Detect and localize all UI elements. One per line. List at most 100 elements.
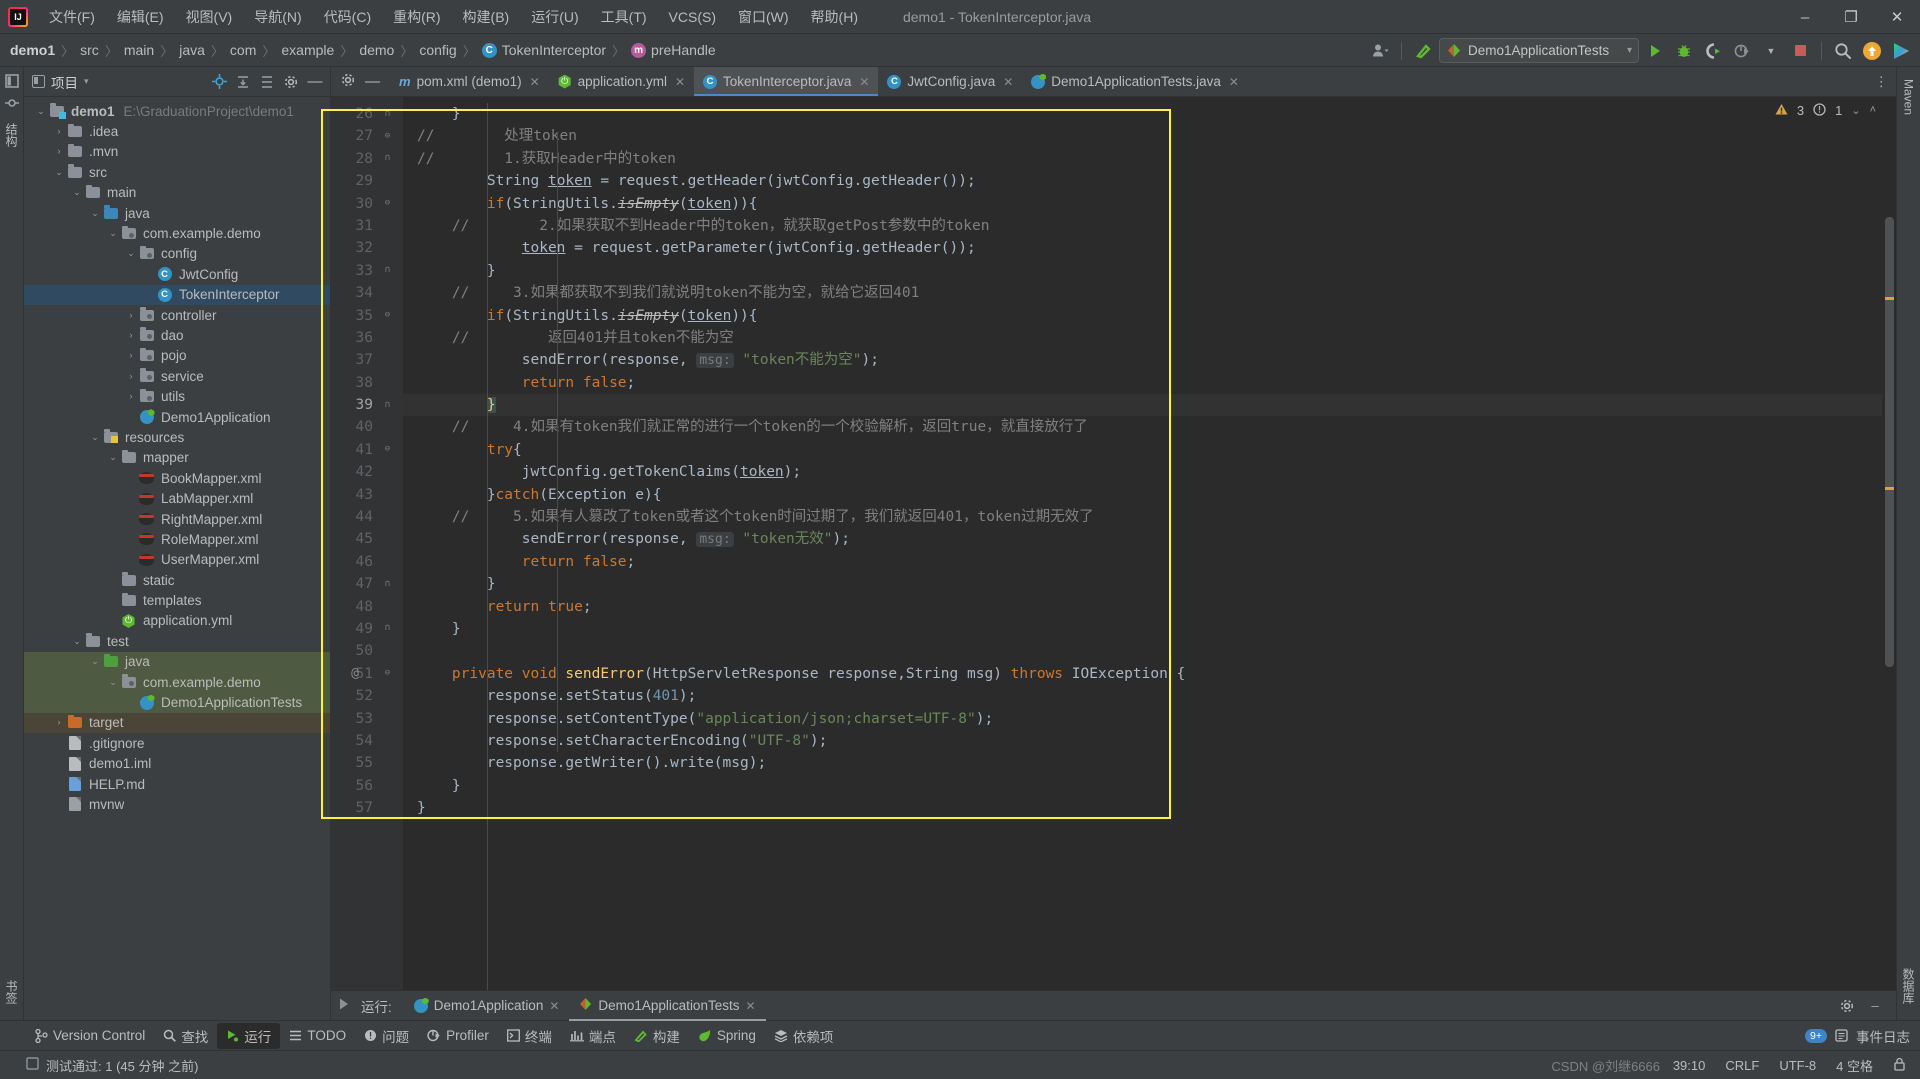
breadcrumb-item-4[interactable]: com [230, 42, 256, 58]
close-button[interactable]: ✕ [1874, 0, 1920, 34]
tree-node-pojo[interactable]: › pojo [24, 346, 330, 366]
code-line[interactable]: response.getWriter().write(msg); [403, 752, 1882, 774]
tool-window-button-todo[interactable]: TODO [280, 1025, 355, 1046]
close-tab-icon[interactable]: ✕ [1003, 75, 1013, 89]
breadcrumb-item-7[interactable]: config [419, 42, 456, 58]
gutter-line[interactable]: 48 [331, 596, 403, 618]
code-line[interactable]: if(StringUtils.isEmpty(token)){ [403, 305, 1882, 327]
gutter-line[interactable]: 39 ∩ [331, 394, 403, 416]
close-tab-icon[interactable]: ✕ [859, 75, 869, 89]
gutter-line[interactable]: 51 @ ⊖ [331, 663, 403, 685]
tree-node-controller[interactable]: › controller [24, 305, 330, 325]
code-line[interactable]: try{ [403, 439, 1882, 461]
breadcrumb-item-5[interactable]: example [281, 42, 334, 58]
code-line[interactable]: private void sendError(HttpServletRespon… [403, 663, 1882, 685]
gutter-line[interactable]: 54 [331, 730, 403, 752]
gutter-line[interactable]: 50 [331, 640, 403, 662]
code-line[interactable]: } [403, 394, 1882, 417]
event-log-area[interactable]: 9+ 事件日志 [1805, 1026, 1920, 1046]
tree-node-usermapper-xml[interactable]: UserMapper.xml [24, 550, 330, 570]
editor-tab-tokeninterceptor-java[interactable]: C TokenInterceptor.java ✕ [694, 67, 879, 96]
collapse-all-icon[interactable] [256, 71, 278, 93]
code-line[interactable]: // 5.如果有人篡改了token或者这个token时间过期了，我们就返回401… [403, 506, 1882, 528]
code-line[interactable]: }catch(Exception e){ [403, 484, 1882, 506]
chevron-down-icon[interactable]: ⌄ [106, 453, 120, 462]
gutter-line[interactable]: 31 [331, 215, 403, 237]
warning-marker[interactable] [1885, 297, 1894, 300]
chevron-right-icon[interactable]: › [52, 127, 66, 136]
editor-scrollbar-thumb[interactable] [1885, 217, 1894, 667]
prev-problem-icon[interactable]: ˄ [1870, 104, 1876, 116]
gutter-line[interactable]: 40 [331, 416, 403, 438]
next-problem-icon[interactable]: ⌄ [1851, 104, 1860, 117]
run-tab-demo1application[interactable]: Demo1Application ✕ [404, 991, 570, 1021]
close-run-tab-icon[interactable]: ✕ [745, 999, 755, 1013]
hide-icon[interactable]: — [304, 71, 326, 93]
menu-item-5[interactable]: 重构(R) [382, 3, 451, 31]
tree-node-help-md[interactable]: HELP.md [24, 774, 330, 794]
code-line[interactable]: // 2.如果获取不到Header中的token，就获取getPost参数中的t… [403, 215, 1882, 237]
menu-item-6[interactable]: 构建(B) [452, 3, 521, 31]
code-line[interactable]: String token = request.getHeader(jwtConf… [403, 170, 1882, 192]
chevron-down-icon[interactable]: ⌄ [70, 188, 84, 197]
build-hammer-icon[interactable] [1410, 38, 1436, 64]
gutter-line[interactable]: 29 [331, 170, 403, 192]
tree-node-utils[interactable]: › utils [24, 386, 330, 406]
code-fold-icon[interactable]: ∩ [382, 265, 393, 276]
tree-node-java[interactable]: ⌄ java [24, 203, 330, 223]
gutter-line[interactable]: 34 [331, 282, 403, 304]
tree-node-demo1-iml[interactable]: demo1.iml [24, 754, 330, 774]
menu-item-11[interactable]: 帮助(H) [800, 3, 869, 31]
code-line[interactable]: // 4.如果有token我们就正常的进行一个token的一个校验解析，返回tr… [403, 416, 1882, 438]
tree-node-tokeninterceptor[interactable]: C TokenInterceptor [24, 284, 330, 305]
tree-node-config[interactable]: ⌄ config [24, 244, 330, 264]
chevron-down-icon[interactable]: ⌄ [88, 657, 102, 666]
gutter-line[interactable]: 28 ∩ [331, 148, 403, 170]
run-tab-demo1applicationtests[interactable]: Demo1ApplicationTests ✕ [569, 991, 766, 1021]
tool-window-button-run[interactable]: 运行 [217, 1022, 281, 1049]
tree-node-demo1application[interactable]: Demo1Application [24, 407, 330, 427]
tool-window-button-problems[interactable]: 问题 [355, 1023, 418, 1049]
run-icon[interactable] [1642, 38, 1668, 64]
tree-node-demo1[interactable]: ⌄ demo1 E:\GraduationProject\demo1 [24, 101, 330, 121]
breadcrumb-item-9[interactable]: m preHandle [631, 42, 716, 58]
annotation-gutter-icon[interactable]: @ [351, 663, 359, 685]
hide-tabs-icon[interactable]: — [365, 74, 380, 89]
code-fold-icon[interactable]: ∩ [382, 153, 393, 164]
code-fold-icon[interactable]: ⊖ [382, 198, 393, 209]
chevron-down-icon[interactable]: ⌄ [106, 229, 120, 238]
code-line[interactable]: response.setContentType("application/jso… [403, 708, 1882, 730]
tree-node-bookmapper-xml[interactable]: BookMapper.xml [24, 468, 330, 488]
chevron-down-icon[interactable]: ⌄ [106, 677, 120, 687]
code-fold-icon[interactable]: ∩ [382, 623, 393, 634]
code-fold-icon[interactable]: ∩ [382, 109, 393, 120]
code-line[interactable]: return true; [403, 596, 1882, 618]
code-line[interactable]: } [403, 797, 1882, 819]
code-line[interactable]: jwtConfig.getTokenClaims(token); [403, 461, 1882, 483]
chevron-right-icon[interactable]: › [124, 330, 138, 340]
menu-item-2[interactable]: 视图(V) [175, 3, 244, 31]
editor-gutter[interactable]: 26 ∩ 27 ⊖ 28 ∩ 29 30 ⊖ 31 32 33 ∩ 34 35 ⊖ 36 37 38 39 ∩ 40 41 ⊖… [331, 97, 403, 990]
commit-tool-icon[interactable] [4, 95, 20, 111]
gutter-line[interactable]: 37 [331, 349, 403, 371]
editor-tab-pom-xml--demo1-[interactable]: m pom.xml (demo1) ✕ [390, 67, 549, 96]
tool-window-button-terminal[interactable]: 终端 [498, 1023, 561, 1049]
settings-icon[interactable] [341, 73, 355, 90]
tree-node-mapper[interactable]: ⌄ mapper [24, 448, 330, 468]
breadcrumb-item-0[interactable]: demo1 [10, 42, 55, 58]
code-line[interactable]: response.setCharacterEncoding("UTF-8"); [403, 730, 1882, 752]
tree-node-jwtconfig[interactable]: C JwtConfig [24, 264, 330, 284]
tool-window-button-build[interactable]: 构建 [625, 1023, 689, 1049]
chevron-down-icon[interactable]: ▾ [1627, 45, 1632, 56]
close-tab-icon[interactable]: ✕ [1229, 75, 1239, 89]
gutter-line[interactable]: 49 ∩ [331, 618, 403, 640]
tool-window-button-endpoints[interactable]: 端点 [561, 1023, 625, 1049]
gutter-line[interactable]: 56 [331, 775, 403, 797]
code-line[interactable]: response.setStatus(401); [403, 685, 1882, 707]
breadcrumb-item-1[interactable]: src [80, 42, 99, 58]
lock-icon[interactable] [1893, 1057, 1906, 1074]
code-line[interactable]: // 处理token [403, 125, 1882, 147]
code-line[interactable]: sendError(response, msg: "token不能为空"); [403, 349, 1882, 371]
tree-node-mvnw[interactable]: mvnw [24, 794, 330, 814]
debug-icon[interactable] [1671, 38, 1697, 64]
